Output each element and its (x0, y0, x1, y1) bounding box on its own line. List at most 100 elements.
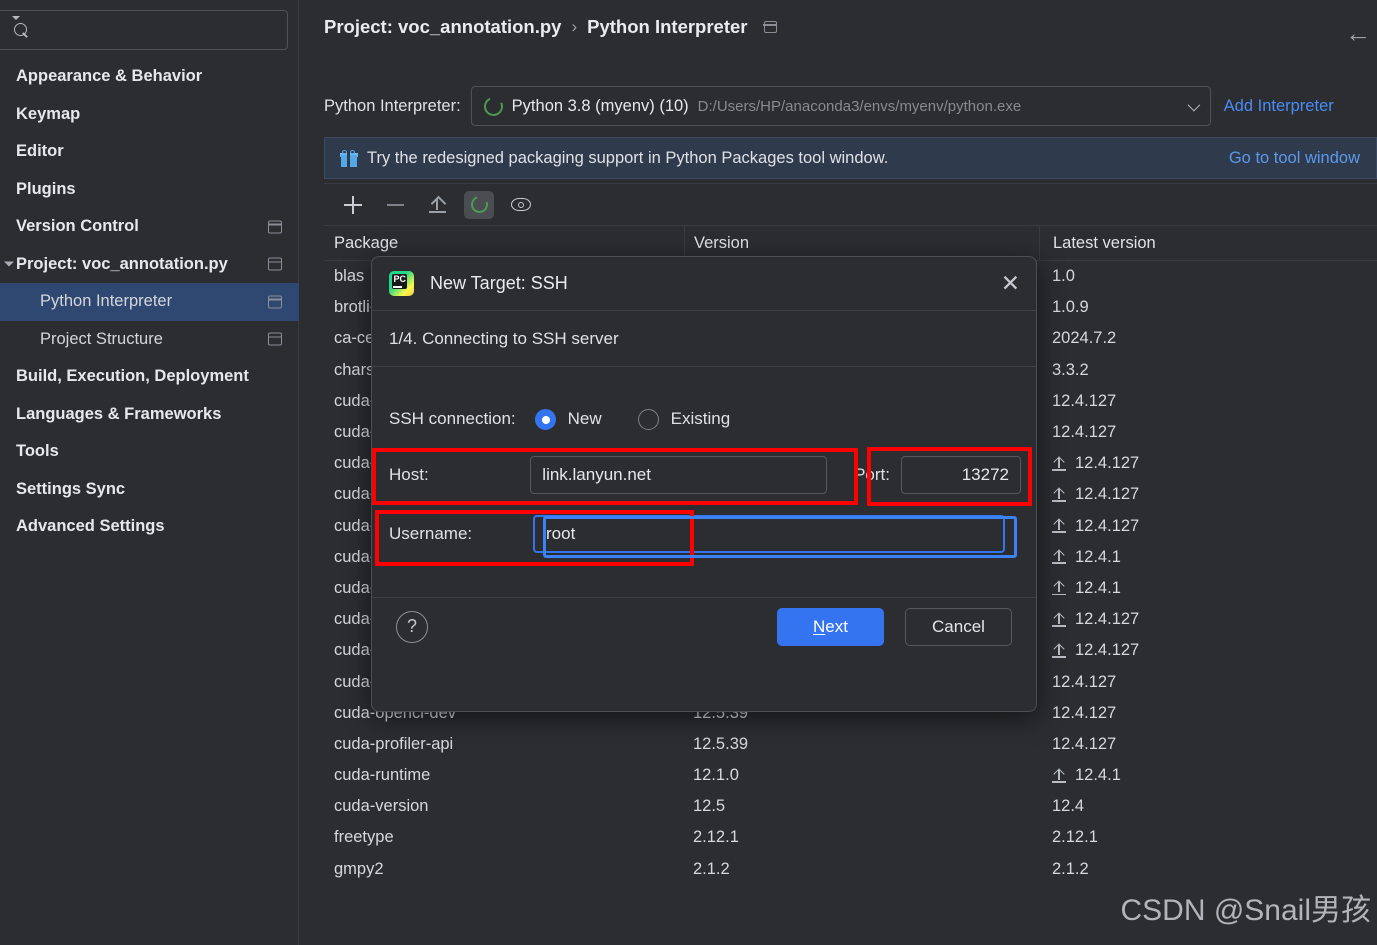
python-env-icon (480, 93, 506, 119)
next-button-label: Next (813, 616, 848, 636)
close-icon[interactable]: ✕ (1001, 272, 1020, 295)
add-icon (344, 195, 362, 214)
sidebar-item-version-control[interactable]: Version Control (0, 208, 299, 246)
package-latest-version-cell: 12.4.127 (1039, 610, 1377, 629)
help-button[interactable]: ? (396, 610, 428, 643)
search-icon (0, 16, 35, 38)
sidebar-item-label: Editor (16, 142, 64, 161)
sidebar-item-python-interpreter[interactable]: Python Interpreter (0, 283, 299, 321)
sidebar-item-project-voc-annotation-py[interactable]: Project: voc_annotation.py (0, 246, 299, 284)
package-latest-version: 12.4.127 (1052, 703, 1117, 722)
package-name: cuda-version (334, 797, 429, 816)
chevron-down-icon[interactable] (4, 261, 14, 267)
table-row[interactable]: freetype 2.12.1 2.12.1 (324, 822, 1377, 853)
dialog-footer: ? Next Cancel (372, 597, 1036, 655)
refresh-button[interactable] (464, 190, 494, 219)
username-input[interactable] (533, 515, 1005, 553)
settings-search-box[interactable] (0, 10, 288, 50)
radio-new[interactable] (534, 408, 556, 430)
sidebar-item-label: Project: voc_annotation.py (16, 254, 228, 273)
go-to-tool-window-link[interactable]: Go to tool window (1229, 149, 1360, 168)
package-latest-version-cell: 3.3.2 (1039, 361, 1377, 380)
add-package-button[interactable] (338, 191, 368, 219)
sidebar-item-editor[interactable]: Editor (0, 133, 299, 171)
package-name: cuda-runtime (334, 766, 431, 785)
sidebar-item-plugins[interactable]: Plugins (0, 171, 299, 209)
sidebar-item-build-execution-deployment[interactable]: Build, Execution, Deployment (0, 358, 299, 396)
remove-package-button[interactable] (380, 191, 410, 219)
sidebar-item-label: Appearance & Behavior (16, 67, 203, 86)
interpreter-dropdown[interactable]: Python 3.8 (myenv) (10) D:/Users/HP/anac… (470, 86, 1211, 126)
package-version: 12.1.0 (693, 766, 739, 785)
sidebar-item-keymap[interactable]: Keymap (0, 96, 299, 134)
settings-sidebar: Appearance & Behavior Keymap Editor Plugins… (0, 0, 299, 945)
back-arrow-icon[interactable]: ← (1345, 20, 1371, 46)
interpreter-row: Python Interpreter: Python 3.8 (myenv) (… (324, 86, 1374, 126)
package-latest-version-cell: 1.0 (1039, 267, 1377, 286)
module-icon (267, 332, 282, 346)
module-icon (267, 257, 282, 271)
package-latest-version-cell: 12.4.127 (1039, 704, 1377, 723)
port-input[interactable] (901, 456, 1021, 494)
sidebar-item-settings-sync[interactable]: Settings Sync (0, 471, 299, 509)
breadcrumb-separator: › (571, 17, 578, 36)
sidebar-item-label: Advanced Settings (16, 517, 165, 536)
sidebar-item-project-structure[interactable]: Project Structure (0, 321, 299, 359)
ssh-connection-radio-group: New Existing (534, 408, 755, 430)
package-latest-version-cell: 12.4.127 (1039, 517, 1377, 536)
upgrade-package-button[interactable] (422, 191, 452, 219)
upgrade-available-icon (1052, 769, 1066, 783)
host-input[interactable] (530, 456, 828, 494)
dialog-step-label: 1/4. Connecting to SSH server (372, 311, 1036, 367)
sidebar-item-advanced-settings[interactable]: Advanced Settings (0, 508, 299, 546)
dialog-body: SSH connection: New Existing Host: Port:… (372, 367, 1036, 655)
sidebar-item-tools[interactable]: Tools (0, 433, 299, 471)
sidebar-item-label: Build, Execution, Deployment (16, 367, 249, 386)
add-interpreter-link[interactable]: Add Interpreter (1224, 97, 1334, 116)
package-latest-version-cell: 12.4.127 (1039, 485, 1377, 504)
package-latest-version-cell: 12.4.127 (1039, 392, 1377, 411)
table-row[interactable]: cuda-version 12.5 12.4 (324, 791, 1377, 822)
port-label: Port: (854, 465, 890, 484)
username-label: Username: (389, 524, 473, 543)
settings-window: Appearance & Behavior Keymap Editor Plugins… (0, 0, 1377, 945)
refresh-icon (467, 193, 491, 216)
table-row[interactable]: cuda-runtime 12.1.0 12.4.1 (324, 760, 1377, 791)
table-row[interactable]: cuda-profiler-api 12.5.39 12.4.127 (324, 729, 1377, 760)
package-latest-version: 2024.7.2 (1052, 329, 1117, 348)
column-header-latest[interactable]: Latest version (1039, 225, 1377, 261)
show-early-releases-button[interactable] (506, 191, 536, 219)
package-latest-version: 12.4.127 (1075, 485, 1140, 504)
sidebar-item-languages-frameworks[interactable]: Languages & Frameworks (0, 396, 299, 434)
package-latest-version-cell: 12.4.127 (1039, 641, 1377, 660)
column-header-package[interactable]: Package (324, 234, 684, 253)
radio-existing-label[interactable]: Existing (671, 409, 731, 429)
package-latest-version: 12.4.127 (1075, 610, 1140, 629)
eye-icon (511, 198, 531, 211)
new-target-ssh-dialog: PC New Target: SSH ✕ 1/4. Connecting to … (371, 256, 1037, 712)
sidebar-item-label: Settings Sync (16, 479, 126, 498)
username-row: Username: (389, 510, 1021, 558)
sidebar-item-appearance-behavior[interactable]: Appearance & Behavior (0, 58, 299, 96)
pycharm-logo-icon: PC (389, 271, 414, 296)
search-input[interactable] (35, 21, 287, 39)
radio-existing[interactable] (637, 408, 659, 430)
package-latest-version: 12.4.1 (1075, 766, 1121, 785)
package-latest-version-cell: 12.4.127 (1039, 673, 1377, 692)
upgrade-available-icon (1052, 644, 1066, 658)
breadcrumb-root[interactable]: Project: voc_annotation.py (324, 16, 561, 38)
breadcrumb-current: Python Interpreter (587, 16, 748, 37)
dialog-title: New Target: SSH (430, 273, 568, 293)
module-icon (267, 220, 282, 234)
table-row[interactable]: gmpy2 2.1.2 2.1.2 (324, 854, 1377, 885)
package-version: 12.5.39 (693, 734, 749, 753)
next-button[interactable]: Next (777, 607, 884, 646)
package-version: 2.12.1 (693, 828, 739, 847)
sidebar-item-label: Project Structure (40, 329, 163, 348)
cancel-button[interactable]: Cancel (905, 607, 1012, 646)
package-latest-version-cell: 12.4.127 (1039, 735, 1377, 754)
radio-new-label[interactable]: New (568, 409, 602, 429)
package-version: 2.1.2 (693, 859, 730, 878)
sidebar-item-label: Version Control (16, 217, 139, 236)
upgrade-icon (428, 196, 446, 213)
